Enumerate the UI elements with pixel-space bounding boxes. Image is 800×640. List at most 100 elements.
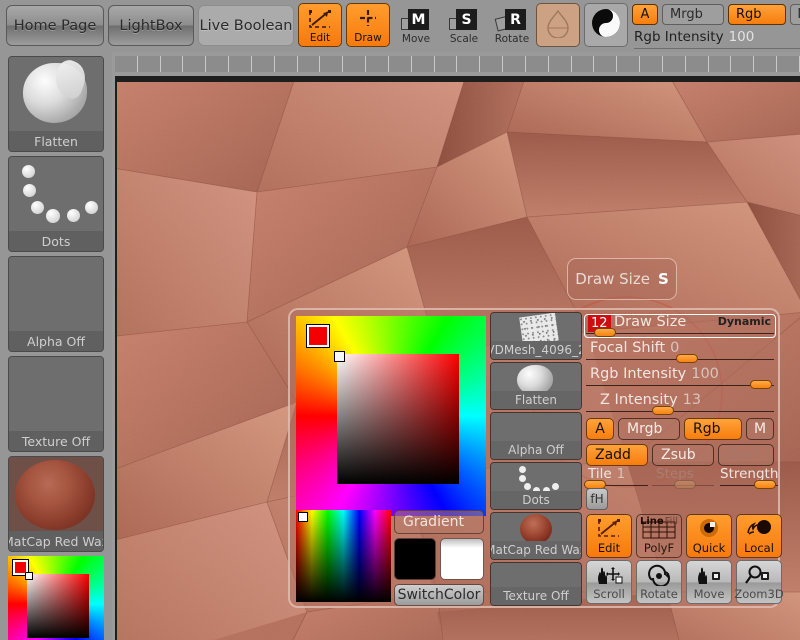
focal-shift-label: Focal Shift 0	[590, 340, 680, 356]
draw-size-knob[interactable]	[594, 328, 616, 337]
z-intensity-value: 13	[682, 392, 702, 408]
popup-channel-a-button[interactable]: A	[586, 418, 614, 440]
edit-polyframe-icon	[596, 517, 622, 541]
popup-thumb-flatten-label: Flatten	[491, 391, 581, 409]
sidebar-item-texture-off-label: Texture Off	[9, 431, 103, 451]
edit-mode-button[interactable]: Edit	[298, 3, 342, 47]
rotate-arrows-icon	[644, 564, 674, 588]
popup-edit-button[interactable]: Edit	[586, 514, 632, 558]
switch-color-button[interactable]: SwitchColor	[394, 584, 484, 606]
steps-knob[interactable]	[674, 480, 696, 489]
rgb-intensity-track-popup[interactable]	[586, 384, 774, 386]
rgb-intensity-value: 100	[728, 29, 755, 45]
popup-channel-rgb-button[interactable]: Rgb	[684, 418, 742, 440]
lightbox-button[interactable]: LightBox	[108, 5, 194, 46]
draw-crosshair-icon	[356, 8, 380, 32]
popup-thumb-matcap-label: MatCap Red Wax	[490, 541, 582, 559]
polyframe-line-label: Line	[640, 516, 664, 527]
channel-a-button[interactable]: A	[632, 4, 658, 25]
rgb-intensity-knob[interactable]	[750, 380, 772, 389]
scale-tool-button[interactable]: S Scale	[442, 3, 486, 47]
channel-m-button[interactable]: M	[790, 4, 800, 25]
sidebar-item-dots[interactable]: Dots	[8, 156, 104, 252]
popup-channel-mrgb-button[interactable]: Mrgb	[618, 418, 680, 440]
polyframe-button[interactable]: Line Fill PolyF	[636, 514, 682, 558]
strength-knob[interactable]	[754, 480, 776, 489]
move-tool-button[interactable]: M Move	[394, 3, 438, 47]
z-intensity-label: Z Intensity 13	[600, 392, 702, 408]
left-shelf: Flatten Dots Alpha Off Texture Off MatCa…	[0, 52, 112, 640]
popup-thumb-dots[interactable]: Dots	[490, 462, 582, 510]
popup-thumb-flatten[interactable]: Flatten	[490, 362, 582, 410]
rgb-intensity-slider[interactable]: Rgb Intensity 100	[634, 29, 754, 45]
scale-s-icon: S	[449, 9, 479, 33]
popup-color-picker[interactable]	[296, 316, 486, 516]
focal-shift-slider[interactable]: Focal Shift 0	[586, 340, 774, 363]
popup-thumb-alpha-off[interactable]: Alpha Off	[490, 412, 582, 460]
rotate-tool-button[interactable]: R Rotate	[490, 3, 534, 47]
popup-thumb-dots-label: Dots	[491, 491, 581, 509]
zoom3d-magnifier-icon	[744, 564, 774, 587]
zoom3d-label: Zoom3D	[734, 587, 784, 601]
sidebar-sv-square[interactable]	[27, 574, 89, 638]
scroll-button[interactable]: Scroll	[586, 560, 632, 604]
polyframe-label: PolyF	[643, 541, 675, 555]
strength-slider[interactable]: Strength	[720, 466, 778, 489]
sidebar-item-flatten[interactable]: Flatten	[8, 56, 104, 152]
stroke-dots-thumbnail	[9, 157, 103, 231]
local-button[interactable]: Local	[736, 514, 782, 558]
rotate-button[interactable]: Rotate	[636, 560, 682, 604]
gradient-button[interactable]: Gradient	[394, 510, 484, 534]
fh-button[interactable]: fH	[586, 488, 608, 510]
quick-button[interactable]: Quick	[686, 514, 732, 558]
edit-mode-label: Edit	[309, 32, 331, 44]
sidebar-item-dots-label: Dots	[9, 231, 103, 251]
steps-slider[interactable]: Steps	[652, 466, 714, 489]
black-color-swatch[interactable]	[394, 538, 436, 580]
popup-thumb-texture-off[interactable]: Texture Off	[490, 562, 582, 606]
move-label: Move	[693, 587, 725, 601]
z-intensity-track[interactable]	[586, 410, 774, 412]
draw-size-tooltip: Draw Size S	[567, 258, 677, 300]
current-color-swatch[interactable]	[306, 324, 330, 348]
draw-size-slider[interactable]: 12 Draw Size Dynamic	[586, 314, 774, 337]
sv-cursor	[334, 351, 345, 362]
secondary-picker-cursor	[298, 512, 308, 522]
z-intensity-knob[interactable]	[652, 406, 674, 415]
popup-thumb-vdmesh[interactable]: VDMesh_4096_2	[490, 312, 582, 360]
home-page-button[interactable]: Home Page	[6, 5, 104, 46]
sidebar-item-alpha-off[interactable]: Alpha Off	[8, 256, 104, 352]
sidebar-item-texture-off[interactable]: Texture Off	[8, 356, 104, 452]
alpha-off-thumbnail	[9, 257, 103, 331]
material-sphere-flat-icon	[544, 8, 572, 42]
popup-channel-m-button[interactable]: M	[746, 418, 774, 440]
popup-edit-label: Edit	[597, 541, 621, 555]
material-sphere-flat-button[interactable]	[536, 3, 580, 47]
move-button[interactable]: Move	[686, 560, 732, 604]
live-boolean-button[interactable]: Live Boolean	[198, 5, 294, 46]
sidebar-item-matcap-red-wax[interactable]: MatCap Red Wax	[8, 456, 104, 552]
popup-secondary-gradient-picker[interactable]	[296, 510, 391, 602]
focal-shift-knob[interactable]	[676, 354, 698, 363]
sidebar-color-picker[interactable]	[8, 556, 104, 640]
zoom3d-button[interactable]: Zoom3D	[734, 560, 784, 604]
scroll-hand-icon	[594, 564, 624, 587]
rgb-intensity-slider-popup[interactable]: Rgb Intensity 100	[586, 366, 774, 389]
channel-mrgb-button[interactable]: Mrgb	[662, 4, 724, 25]
material-sphere-shaded-button[interactable]	[584, 3, 628, 47]
white-color-swatch[interactable]	[440, 538, 484, 580]
tile-slider[interactable]: Tile 1	[584, 466, 648, 489]
zsub-button[interactable]: Zsub	[652, 444, 714, 466]
channel-rgb-button[interactable]: Rgb	[728, 4, 786, 25]
zcut-button[interactable]: Zcut	[718, 444, 774, 466]
rotate-r-icon: R	[494, 9, 528, 33]
channel-button-row: A Mrgb Rgb M	[632, 4, 800, 25]
edit-polyframe-icon	[307, 8, 333, 32]
z-intensity-slider[interactable]: Z Intensity 13	[586, 392, 774, 415]
saturation-value-square[interactable]	[337, 354, 459, 484]
texture-off-thumbnail	[9, 357, 103, 431]
zadd-button[interactable]: Zadd	[586, 444, 648, 466]
popup-thumb-matcap[interactable]: MatCap Red Wax	[490, 512, 582, 560]
draw-mode-button[interactable]: Draw	[346, 3, 390, 47]
dynamic-tag: Dynamic	[717, 315, 771, 328]
